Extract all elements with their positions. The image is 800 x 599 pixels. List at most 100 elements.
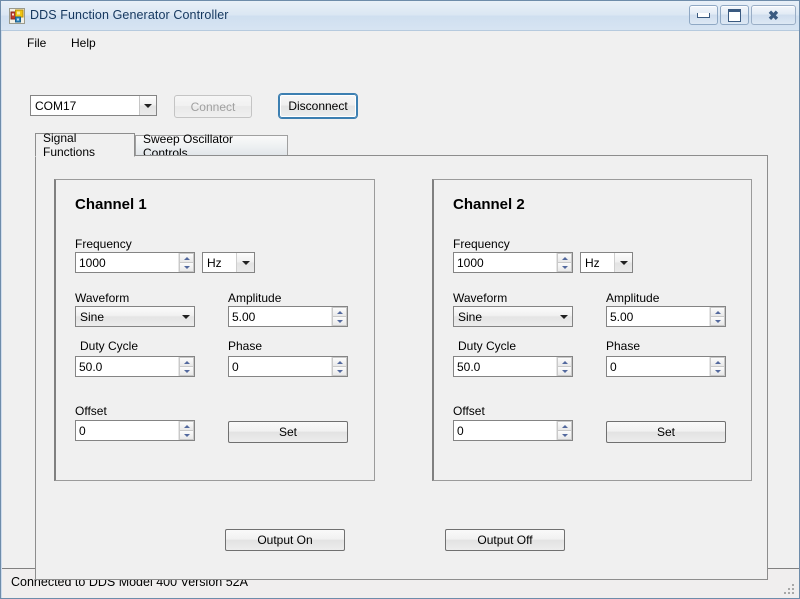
- chevron-down-icon[interactable]: [177, 307, 194, 326]
- channel-1-frequency-value: 1000: [79, 255, 106, 270]
- com-port-select[interactable]: COM17: [30, 95, 157, 116]
- channel-1-duty-cycle-label: Duty Cycle: [80, 339, 139, 353]
- stepper-down-icon[interactable]: [179, 431, 194, 440]
- winforms-app-icon: [9, 8, 25, 24]
- channel-2-duty-cycle-label: Duty Cycle: [458, 339, 517, 353]
- channel-1-frequency-label: Frequency: [75, 237, 132, 251]
- channel-2-amplitude-label: Amplitude: [606, 291, 660, 305]
- maximize-button[interactable]: [720, 5, 749, 25]
- stepper-down-icon[interactable]: [179, 263, 194, 272]
- stepper-up-icon[interactable]: [710, 357, 725, 367]
- channel-2-duty-cycle-value: 50.0: [457, 359, 481, 374]
- tab-panel-signal-functions: Channel 1 Frequency 1000 Hz Waveform Sin…: [35, 155, 768, 580]
- stepper-up-icon[interactable]: [179, 253, 194, 263]
- channel-1-offset-stepper[interactable]: [178, 421, 194, 440]
- channel-2-amplitude-input[interactable]: 5.00: [606, 306, 726, 327]
- channel-1-amplitude-value: 5.00: [232, 309, 256, 324]
- tab-sweep-oscillator-controls[interactable]: Sweep Oscillator Controls: [135, 132, 288, 160]
- stepper-down-icon[interactable]: [557, 431, 572, 440]
- disconnect-button[interactable]: Disconnect: [279, 94, 357, 118]
- channel-2-amplitude-stepper[interactable]: [709, 307, 725, 326]
- minimize-icon: [697, 12, 710, 18]
- channel-2-frequency-input[interactable]: 1000: [453, 252, 573, 273]
- channel-1-panel: Channel 1 Frequency 1000 Hz Waveform Sin…: [54, 179, 375, 481]
- menu-item-file[interactable]: File: [20, 34, 53, 52]
- stepper-down-icon[interactable]: [557, 367, 572, 376]
- channel-1-phase-input[interactable]: 0: [228, 356, 348, 377]
- stepper-up-icon[interactable]: [557, 357, 572, 367]
- channel-2-set-button[interactable]: Set: [606, 421, 726, 443]
- channel-2-offset-stepper[interactable]: [556, 421, 572, 440]
- channel-1-frequency-stepper[interactable]: [178, 253, 194, 272]
- channel-1-waveform-value: Sine: [80, 309, 105, 324]
- chevron-down-icon[interactable]: [236, 253, 254, 272]
- channel-1-frequency-unit-select[interactable]: Hz: [202, 252, 255, 273]
- channel-1-duty-cycle-value: 50.0: [79, 359, 103, 374]
- channel-2-frequency-value: 1000: [457, 255, 484, 270]
- window-title: DDS Function Generator Controller: [30, 8, 229, 22]
- channel-2-phase-input[interactable]: 0: [606, 356, 726, 377]
- stepper-up-icon[interactable]: [332, 357, 347, 367]
- window-controls: ✖: [689, 5, 796, 25]
- channel-2-frequency-unit-value: Hz: [585, 255, 600, 270]
- channel-1-waveform-label: Waveform: [75, 291, 130, 305]
- channel-1-duty-cycle-stepper[interactable]: [178, 357, 194, 376]
- channel-1-phase-stepper[interactable]: [331, 357, 347, 376]
- channel-1-offset-input[interactable]: 0: [75, 420, 195, 441]
- channel-1-offset-value: 0: [79, 423, 86, 438]
- channel-2-waveform-label: Waveform: [453, 291, 508, 305]
- channel-2-amplitude-value: 5.00: [610, 309, 634, 324]
- stepper-up-icon[interactable]: [557, 253, 572, 263]
- stepper-down-icon[interactable]: [332, 367, 347, 376]
- menu-item-help[interactable]: Help: [64, 34, 103, 52]
- channel-1-amplitude-input[interactable]: 5.00: [228, 306, 348, 327]
- tab-signal-functions[interactable]: Signal Functions: [35, 131, 135, 159]
- stepper-up-icon[interactable]: [179, 421, 194, 431]
- app-window: DDS Function Generator Controller ✖ File…: [0, 0, 800, 599]
- channel-1-frequency-input[interactable]: 1000: [75, 252, 195, 273]
- channel-2-offset-input[interactable]: 0: [453, 420, 573, 441]
- channel-1-waveform-select[interactable]: Sine: [75, 306, 195, 327]
- stepper-down-icon[interactable]: [332, 317, 347, 326]
- close-button[interactable]: ✖: [751, 5, 796, 25]
- stepper-up-icon[interactable]: [332, 307, 347, 317]
- channel-1-phase-value: 0: [232, 359, 239, 374]
- connect-button[interactable]: Connect: [174, 95, 252, 118]
- channel-2-waveform-value: Sine: [458, 309, 483, 324]
- chevron-down-icon[interactable]: [614, 253, 632, 272]
- stepper-down-icon[interactable]: [710, 317, 725, 326]
- channel-2-title: Channel 2: [453, 196, 525, 213]
- channel-2-phase-stepper[interactable]: [709, 357, 725, 376]
- channel-1-frequency-unit-value: Hz: [207, 255, 222, 270]
- channel-1-duty-cycle-input[interactable]: 50.0: [75, 356, 195, 377]
- channel-1-amplitude-stepper[interactable]: [331, 307, 347, 326]
- channel-1-set-button[interactable]: Set: [228, 421, 348, 443]
- channel-1-title: Channel 1: [75, 196, 147, 213]
- channel-2-duty-cycle-stepper[interactable]: [556, 357, 572, 376]
- channel-1-phase-label: Phase: [228, 339, 263, 353]
- channel-2-offset-label: Offset: [453, 404, 485, 418]
- output-on-button[interactable]: Output On: [225, 529, 345, 551]
- channel-2-frequency-label: Frequency: [453, 237, 510, 251]
- channel-2-frequency-unit-select[interactable]: Hz: [580, 252, 633, 273]
- stepper-up-icon[interactable]: [710, 307, 725, 317]
- title-bar[interactable]: DDS Function Generator Controller ✖: [1, 1, 799, 31]
- channel-2-duty-cycle-input[interactable]: 50.0: [453, 356, 573, 377]
- channel-1-amplitude-label: Amplitude: [228, 291, 282, 305]
- stepper-down-icon[interactable]: [179, 367, 194, 376]
- stepper-down-icon[interactable]: [710, 367, 725, 376]
- output-off-button[interactable]: Output Off: [445, 529, 565, 551]
- client-area: File Help COM17 Connect Disconnect Signa…: [2, 31, 799, 580]
- resize-grip-icon[interactable]: [783, 583, 796, 596]
- channel-2-waveform-select[interactable]: Sine: [453, 306, 573, 327]
- stepper-up-icon[interactable]: [179, 357, 194, 367]
- stepper-up-icon[interactable]: [557, 421, 572, 431]
- channel-2-phase-value: 0: [610, 359, 617, 374]
- channel-2-frequency-stepper[interactable]: [556, 253, 572, 272]
- chevron-down-icon[interactable]: [555, 307, 572, 326]
- chevron-down-icon[interactable]: [139, 96, 156, 115]
- stepper-down-icon[interactable]: [557, 263, 572, 272]
- minimize-button[interactable]: [689, 5, 718, 25]
- channel-1-offset-label: Offset: [75, 404, 107, 418]
- menu-bar: File Help: [2, 31, 799, 53]
